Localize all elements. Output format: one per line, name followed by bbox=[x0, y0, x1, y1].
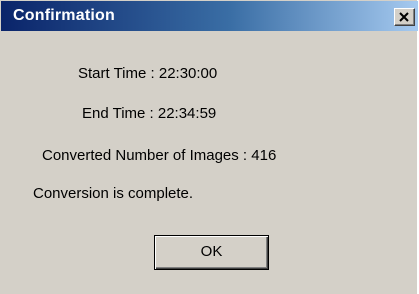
start-time-text: Start Time : 22:30:00 bbox=[78, 65, 218, 82]
completion-message: Conversion is complete. bbox=[33, 185, 194, 202]
dialog-title: Confirmation bbox=[13, 7, 115, 24]
ok-button[interactable]: OK bbox=[154, 235, 269, 270]
confirmation-dialog: Confirmation Start Time : 22:30:00 End T… bbox=[0, 0, 418, 294]
title-bar[interactable]: Confirmation bbox=[1, 1, 418, 31]
close-icon bbox=[399, 12, 409, 22]
converted-count-text: Converted Number of Images : 416 bbox=[42, 147, 277, 164]
end-time-text: End Time : 22:34:59 bbox=[82, 105, 217, 122]
close-button[interactable] bbox=[394, 8, 415, 26]
